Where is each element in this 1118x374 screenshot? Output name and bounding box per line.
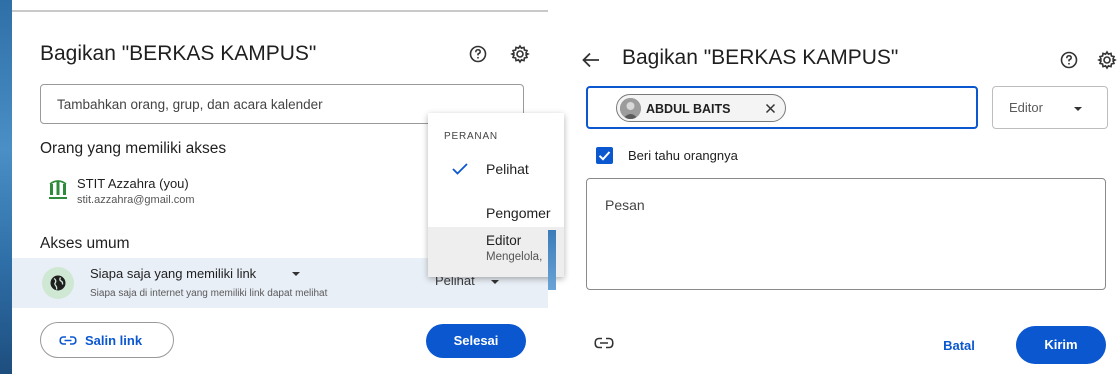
close-icon[interactable] [765, 103, 776, 114]
avatar [620, 98, 641, 119]
background-desktop-mid [548, 230, 556, 290]
send-button[interactable]: Kirim [1016, 326, 1106, 364]
chevron-down-icon[interactable] [291, 271, 301, 277]
chevron-down-icon[interactable] [490, 279, 500, 285]
notify-label: Beri tahu orangnya [628, 148, 738, 163]
send-label: Kirim [1044, 337, 1078, 352]
role-option-label: Editor [486, 233, 522, 248]
check-icon [598, 151, 611, 161]
chevron-down-icon [1074, 107, 1082, 111]
link-access-scope-select[interactable]: Siapa saja yang memiliki link [90, 266, 256, 281]
role-option-label: Pengomer [486, 205, 551, 221]
role-option-editor[interactable]: Editor Mengelola, [428, 227, 564, 277]
done-button[interactable]: Selesai [426, 324, 526, 358]
owner-email: stit.azzahra@gmail.com [77, 194, 195, 206]
notify-checkbox[interactable] [596, 147, 613, 164]
dialog-title: Bagikan "BERKAS KAMPUS" [40, 42, 317, 65]
cancel-button[interactable]: Batal [924, 328, 994, 362]
message-textarea[interactable] [587, 179, 1105, 289]
cancel-label: Batal [943, 338, 975, 353]
gear-icon[interactable] [1096, 49, 1118, 71]
role-option-label: Pelihat [486, 161, 529, 177]
gear-icon[interactable] [509, 43, 531, 65]
people-with-access-heading: Orang yang memiliki akses [40, 140, 227, 157]
recipient-chip[interactable]: ABDUL BAITS [616, 94, 786, 122]
copy-link-label: Salin link [85, 333, 143, 348]
recipient-role-select[interactable]: Editor [992, 86, 1108, 129]
role-menu-header: PERANAN [444, 131, 498, 142]
recipient-chip-label: ABDUL BAITS [646, 102, 731, 116]
owner-name: STIT Azzahra (you) [77, 176, 189, 191]
owner-logo-icon [49, 180, 67, 199]
link-icon[interactable] [594, 337, 614, 349]
back-arrow-icon[interactable] [582, 52, 600, 68]
role-dropdown-menu: PERANAN Pelihat Pengomer Editor Mengelol… [428, 113, 564, 277]
role-option-description: Mengelola, [486, 251, 543, 263]
done-label: Selesai [453, 333, 499, 348]
help-icon[interactable] [468, 44, 488, 64]
recipient-role-label: Editor [1009, 100, 1043, 115]
copy-link-button[interactable]: Salin link [40, 322, 174, 358]
recipients-input-field[interactable]: ABDUL BAITS [586, 86, 978, 129]
share-dialog-people-list: Bagikan "BERKAS KAMPUS" Orang yang memil… [12, 10, 564, 372]
share-dialog-invite: Bagikan "BERKAS KAMPUS" ABDUL BAITS Edit… [570, 10, 1118, 372]
link-icon [59, 336, 77, 345]
globe-icon [42, 267, 74, 299]
general-access-heading: Akses umum [40, 235, 130, 252]
dialog-title: Bagikan "BERKAS KAMPUS" [622, 46, 899, 69]
message-field[interactable] [586, 178, 1106, 290]
help-icon[interactable] [1059, 50, 1079, 70]
link-access-description: Siapa saja di internet yang memiliki lin… [90, 288, 328, 299]
role-option-viewer[interactable]: Pelihat [428, 149, 564, 191]
check-icon [452, 163, 468, 175]
background-desktop-left [0, 0, 12, 374]
